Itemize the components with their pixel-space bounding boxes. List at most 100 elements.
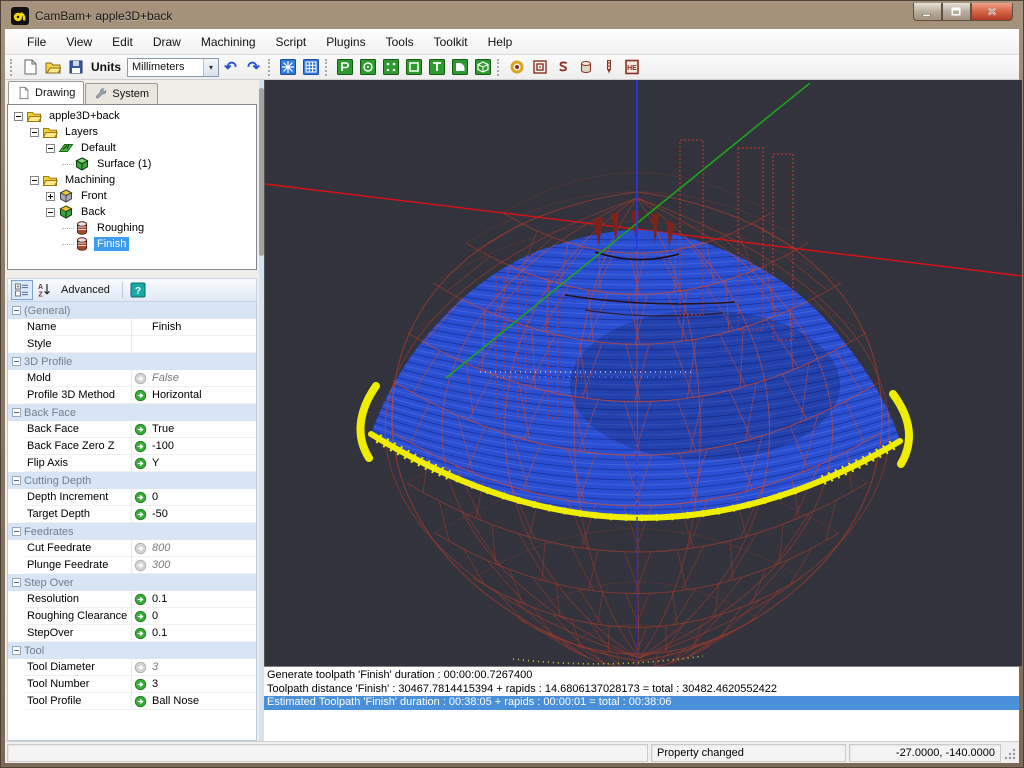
menu-item-edit[interactable]: Edit — [102, 31, 143, 53]
tree-item-apple3d-back[interactable]: apple3D+back — [8, 108, 256, 124]
property-row-style[interactable]: Style — [8, 336, 256, 353]
property-grid[interactable]: (General)NameFinishStyle3D ProfileMoldFa… — [7, 302, 257, 741]
collapse-icon[interactable] — [14, 112, 23, 121]
menu-item-draw[interactable]: Draw — [143, 31, 191, 53]
undo-button[interactable]: ↶ — [219, 57, 242, 78]
log-line[interactable]: Estimated Toolpath 'Finish' duration : 0… — [264, 696, 1019, 710]
menu-item-view[interactable]: View — [56, 31, 102, 53]
property-value[interactable]: 300 — [149, 557, 256, 574]
tab-system[interactable]: System — [85, 83, 158, 104]
property-row-plunge-feedrate[interactable]: Plunge Feedrate300 — [8, 557, 256, 574]
collapse-icon[interactable] — [12, 408, 21, 417]
property-value[interactable] — [149, 336, 256, 353]
expand-icon[interactable] — [46, 192, 55, 201]
save-file-icon[interactable] — [64, 57, 87, 78]
redo-button[interactable]: ↷ — [242, 57, 265, 78]
property-value[interactable]: Finish — [149, 319, 256, 336]
advanced-label[interactable]: Advanced — [61, 284, 110, 296]
help-button[interactable]: ? — [127, 280, 149, 300]
property-category--general-[interactable]: (General) — [8, 302, 256, 319]
property-value[interactable]: False — [149, 370, 256, 387]
collapse-icon[interactable] — [12, 476, 21, 485]
viewport-3d-scene[interactable] — [265, 80, 1022, 666]
tree-item-layers[interactable]: Layers — [8, 124, 256, 140]
tree-item-surface-1-[interactable]: Surface (1) — [8, 156, 256, 172]
alphabetical-sort-button[interactable]: AZ — [33, 280, 55, 300]
tree-item-machining[interactable]: Machining — [8, 172, 256, 188]
property-row-resolution[interactable]: Resolution0.1 — [8, 591, 256, 608]
tree-item-finish[interactable]: Finish — [8, 236, 256, 252]
region-icon[interactable] — [448, 57, 471, 78]
engrave-icon[interactable] — [551, 57, 574, 78]
menu-item-file[interactable]: File — [17, 31, 56, 53]
heightmap-icon[interactable]: HE — [620, 57, 643, 78]
close-button[interactable] — [971, 3, 1013, 21]
property-value[interactable]: 800 — [149, 540, 256, 557]
collapse-icon[interactable] — [12, 306, 21, 315]
pocket-icon[interactable] — [528, 57, 551, 78]
property-row-cut-feedrate[interactable]: Cut Feedrate800 — [8, 540, 256, 557]
property-row-profile-3d-method[interactable]: Profile 3D MethodHorizontal — [8, 387, 256, 404]
grid-toggle-icon[interactable] — [299, 57, 322, 78]
profile-icon[interactable] — [574, 57, 597, 78]
property-row-depth-increment[interactable]: Depth Increment0 — [8, 489, 256, 506]
property-row-stepover[interactable]: StepOver0.1 — [8, 625, 256, 642]
collapse-icon[interactable] — [30, 176, 39, 185]
3d-viewport[interactable] — [264, 80, 1019, 666]
property-value[interactable]: -50 — [149, 506, 256, 523]
property-value[interactable]: 0 — [149, 489, 256, 506]
collapse-icon[interactable] — [46, 208, 55, 217]
tree-item-back[interactable]: Back — [8, 204, 256, 220]
property-category-back-face[interactable]: Back Face — [8, 404, 256, 421]
property-row-mold[interactable]: MoldFalse — [8, 370, 256, 387]
property-category-3d-profile[interactable]: 3D Profile — [8, 353, 256, 370]
menu-item-toolkit[interactable]: Toolkit — [424, 31, 478, 53]
drill-icon[interactable] — [505, 57, 528, 78]
menu-item-machining[interactable]: Machining — [191, 31, 266, 53]
tab-drawing[interactable]: Drawing — [8, 81, 84, 104]
restore-button[interactable] — [942, 3, 971, 21]
collapse-icon[interactable] — [12, 527, 21, 536]
text-icon[interactable] — [425, 57, 448, 78]
menu-item-tools[interactable]: Tools — [376, 31, 424, 53]
property-category-tool[interactable]: Tool — [8, 642, 256, 659]
collapse-icon[interactable] — [12, 646, 21, 655]
collapse-icon[interactable] — [12, 578, 21, 587]
collapse-icon[interactable] — [12, 357, 21, 366]
points-icon[interactable] — [379, 57, 402, 78]
rectangle-icon[interactable] — [402, 57, 425, 78]
property-value[interactable]: 3 — [149, 659, 256, 676]
property-value[interactable]: -100 — [149, 438, 256, 455]
property-value[interactable]: Ball Nose — [149, 693, 256, 710]
property-row-tool-diameter[interactable]: Tool Diameter3 — [8, 659, 256, 676]
open-file-icon[interactable] — [41, 57, 64, 78]
property-row-roughing-clearance[interactable]: Roughing Clearance0 — [8, 608, 256, 625]
drawing-tree[interactable]: apple3D+backLayersDefaultSurface (1)Mach… — [7, 104, 257, 270]
property-row-back-face-zero-z[interactable]: Back Face Zero Z-100 — [8, 438, 256, 455]
chevron-down-icon[interactable]: ▾ — [203, 59, 218, 76]
log-line[interactable]: Toolpath distance 'Finish' : 30467.78144… — [264, 683, 1019, 697]
menu-item-plugins[interactable]: Plugins — [316, 31, 375, 53]
tree-item-roughing[interactable]: Roughing — [8, 220, 256, 236]
property-value[interactable]: 0.1 — [149, 625, 256, 642]
units-select[interactable]: Millimeters▾ — [127, 58, 219, 77]
tree-item-front[interactable]: Front — [8, 188, 256, 204]
menu-item-help[interactable]: Help — [478, 31, 523, 53]
property-category-cutting-depth[interactable]: Cutting Depth — [8, 472, 256, 489]
categorized-button[interactable]: + — [11, 280, 33, 300]
new-file-icon[interactable] — [18, 57, 41, 78]
minimize-button[interactable] — [913, 3, 942, 21]
circle-icon[interactable] — [356, 57, 379, 78]
property-row-name[interactable]: NameFinish — [8, 319, 256, 336]
axis-toggle-icon[interactable] — [276, 57, 299, 78]
titlebar[interactable]: CamBam+ apple3D+back — [5, 3, 1019, 29]
property-value[interactable]: Y — [149, 455, 256, 472]
property-row-flip-axis[interactable]: Flip AxisY — [8, 455, 256, 472]
surface-icon[interactable] — [471, 57, 494, 78]
message-log[interactable]: Generate toolpath 'Finish' duration : 00… — [264, 666, 1019, 741]
collapse-icon[interactable] — [30, 128, 39, 137]
tree-item-default[interactable]: Default — [8, 140, 256, 156]
property-value[interactable]: 0 — [149, 608, 256, 625]
property-category-feedrates[interactable]: Feedrates — [8, 523, 256, 540]
resize-grip[interactable] — [1003, 745, 1017, 761]
